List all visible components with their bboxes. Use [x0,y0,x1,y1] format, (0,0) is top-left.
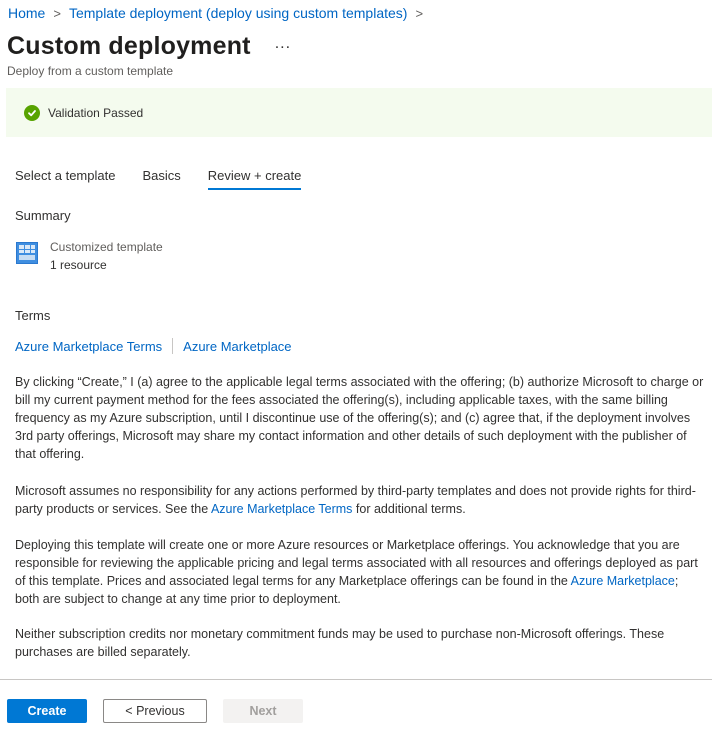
terms-paragraph-2: Microsoft assumes no responsibility for … [15,482,705,518]
azure-marketplace-terms-inline-link[interactable]: Azure Marketplace Terms [211,502,353,516]
terms-paragraph-1: By clicking “Create,” I (a) agree to the… [15,375,704,461]
breadcrumb: Home > Template deployment (deploy using… [8,5,431,21]
terms-heading: Terms [15,308,51,323]
azure-marketplace-inline-link[interactable]: Azure Marketplace [571,574,675,588]
wizard-tabs: Select a template Basics Review + create [15,168,328,190]
next-button: Next [223,699,303,723]
validation-message: Validation Passed [48,105,144,120]
title-row: Custom deployment ... [7,32,291,61]
azure-marketplace-link[interactable]: Azure Marketplace [183,339,291,354]
link-divider [172,338,174,354]
previous-button[interactable]: < Previous [103,699,207,723]
create-button[interactable]: Create [7,699,87,723]
terms-links: Azure Marketplace Terms Azure Marketplac… [15,338,292,354]
summary-item: Customized template 1 resource [16,238,163,274]
tab-select-a-template[interactable]: Select a template [15,168,115,190]
footer-divider [0,679,712,680]
page-title: Custom deployment [7,32,251,60]
summary-item-name: Customized template [50,240,163,254]
breadcrumb-separator: > [53,5,61,21]
breadcrumb-template-deployment-link[interactable]: Template deployment (deploy using custom… [69,5,408,21]
breadcrumb-home-link[interactable]: Home [8,5,45,21]
tab-review-create[interactable]: Review + create [207,168,301,190]
terms-paragraph-4: Neither subscription credits nor monetar… [15,627,665,659]
page-subtitle: Deploy from a custom template [7,64,174,78]
validation-banner: Validation Passed [6,88,712,137]
check-circle-icon [24,104,40,121]
tab-basics[interactable]: Basics [142,168,180,190]
paragraph-text: for additional terms. [352,502,466,516]
azure-marketplace-terms-link[interactable]: Azure Marketplace Terms [15,339,162,354]
terms-paragraph-3: Deploying this template will create one … [15,536,705,608]
breadcrumb-separator: > [415,5,424,21]
summary-item-detail: 1 resource [50,258,107,272]
more-options-button[interactable]: ... [275,35,291,53]
summary-heading: Summary [15,208,71,223]
template-icon [16,242,38,264]
